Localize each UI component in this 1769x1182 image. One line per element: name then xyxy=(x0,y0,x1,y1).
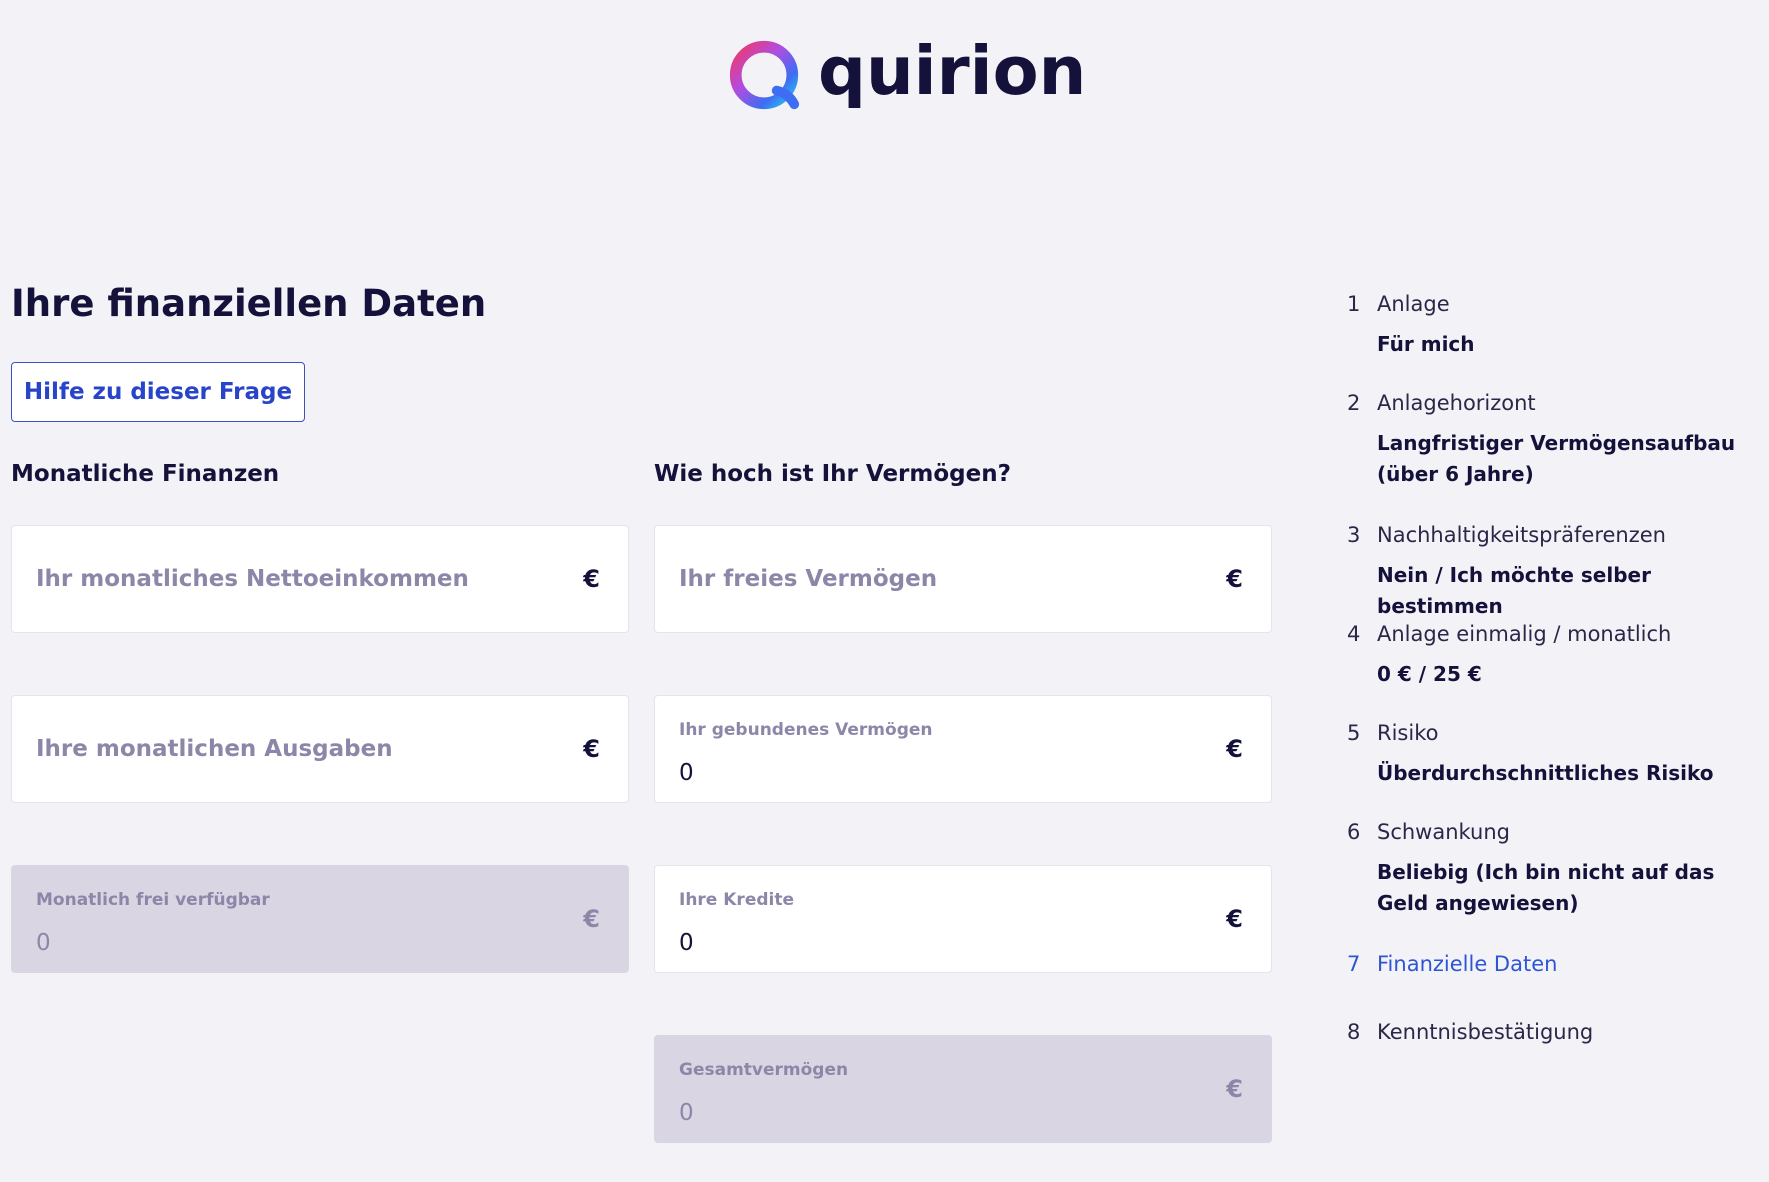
euro-icon: € xyxy=(1226,735,1243,763)
step-title: Anlage xyxy=(1377,292,1450,316)
step-risiko[interactable]: 5 Risiko Überdurchschnittliches Risiko xyxy=(1347,721,1757,789)
step-number: 3 xyxy=(1347,523,1361,547)
step-title: Anlage einmalig / monatlich xyxy=(1377,622,1672,646)
page-title: Ihre finanziellen Daten xyxy=(11,282,487,325)
step-anlage-einmalig-monatlich[interactable]: 4 Anlage einmalig / monatlich 0 € / 25 € xyxy=(1347,622,1757,690)
step-schwankung[interactable]: 6 Schwankung Beliebig (Ich bin nicht auf … xyxy=(1347,820,1757,919)
free-assets-placeholder: Ihr freies Vermögen xyxy=(679,566,938,592)
step-value: Nein / Ich möchte selber bestimmen xyxy=(1377,563,1651,619)
step-value: Für mich xyxy=(1377,332,1475,357)
euro-icon: € xyxy=(583,905,600,933)
net-income-field[interactable]: Ihr monatliches Nettoeinkommen € xyxy=(11,525,629,633)
step-number: 2 xyxy=(1347,391,1361,415)
step-title: Finanzielle Daten xyxy=(1377,952,1558,976)
logo-wordmark: quirion xyxy=(818,31,1087,110)
step-title: Nachhaltigkeitspräferenzen xyxy=(1377,523,1666,547)
expenses-placeholder: Ihre monatlichen Ausgaben xyxy=(36,736,393,762)
step-value: Beliebig (Ich bin nicht auf das Geld ang… xyxy=(1377,860,1715,916)
total-assets-field: Gesamtvermögen 0 € xyxy=(654,1035,1272,1143)
step-anlagehorizont[interactable]: 2 Anlagehorizont Langfristiger Vermögensa… xyxy=(1347,391,1757,490)
step-kenntnisbestaetigung[interactable]: 8 Kenntnisbestätigung xyxy=(1347,1020,1757,1045)
bound-assets-label: Ihr gebundenes Vermögen xyxy=(679,720,933,740)
free-assets-field[interactable]: Ihr freies Vermögen € xyxy=(654,525,1272,633)
step-finanzielle-daten[interactable]: 7 Finanzielle Daten xyxy=(1347,952,1757,977)
step-title: Schwankung xyxy=(1377,820,1511,844)
expenses-field[interactable]: Ihre monatlichen Ausgaben € xyxy=(11,695,629,803)
step-nachhaltigkeit[interactable]: 3 Nachhaltigkeitspräferenzen Nein / Ich m… xyxy=(1347,523,1757,622)
total-assets-label: Gesamtvermögen xyxy=(679,1060,849,1080)
monthly-free-field: Monatlich frei verfügbar 0 € xyxy=(11,865,629,973)
monthly-finances-title: Monatliche Finanzen xyxy=(11,461,280,487)
step-number: 6 xyxy=(1347,820,1361,844)
step-value: Überdurchschnittliches Risiko xyxy=(1377,761,1714,786)
credits-input[interactable] xyxy=(679,930,1199,956)
step-value: Langfristiger Vermögensaufbau (über 6 Ja… xyxy=(1377,431,1736,487)
step-anlage[interactable]: 1 Anlage Für mich xyxy=(1347,292,1757,360)
monthly-free-value: 0 xyxy=(36,930,51,956)
euro-icon: € xyxy=(583,565,600,593)
step-number: 4 xyxy=(1347,622,1361,646)
bound-assets-input[interactable] xyxy=(679,760,1199,786)
credits-label: Ihre Kredite xyxy=(679,890,794,910)
euro-icon: € xyxy=(1226,565,1243,593)
monthly-free-label: Monatlich frei verfügbar xyxy=(36,890,270,910)
assets-title: Wie hoch ist Ihr Vermögen? xyxy=(654,461,1011,487)
euro-icon: € xyxy=(1226,1075,1243,1103)
quirion-logo[interactable]: quirion xyxy=(726,36,1086,114)
header: quirion xyxy=(0,0,1769,150)
step-title: Risiko xyxy=(1377,721,1439,745)
step-value: 0 € / 25 € xyxy=(1377,662,1482,687)
credits-field[interactable]: Ihre Kredite € xyxy=(654,865,1272,973)
step-number: 1 xyxy=(1347,292,1361,316)
step-number: 7 xyxy=(1347,952,1361,976)
net-income-placeholder: Ihr monatliches Nettoeinkommen xyxy=(36,566,469,592)
total-assets-value: 0 xyxy=(679,1100,694,1126)
euro-icon: € xyxy=(1226,905,1243,933)
quirion-logo-icon xyxy=(729,40,800,110)
bound-assets-field[interactable]: Ihr gebundenes Vermögen € xyxy=(654,695,1272,803)
euro-icon: € xyxy=(583,735,600,763)
step-title: Anlagehorizont xyxy=(1377,391,1536,415)
step-number: 8 xyxy=(1347,1020,1361,1044)
step-number: 5 xyxy=(1347,721,1361,745)
step-title: Kenntnisbestätigung xyxy=(1377,1020,1594,1044)
help-button[interactable]: Hilfe zu dieser Frage xyxy=(11,362,305,422)
